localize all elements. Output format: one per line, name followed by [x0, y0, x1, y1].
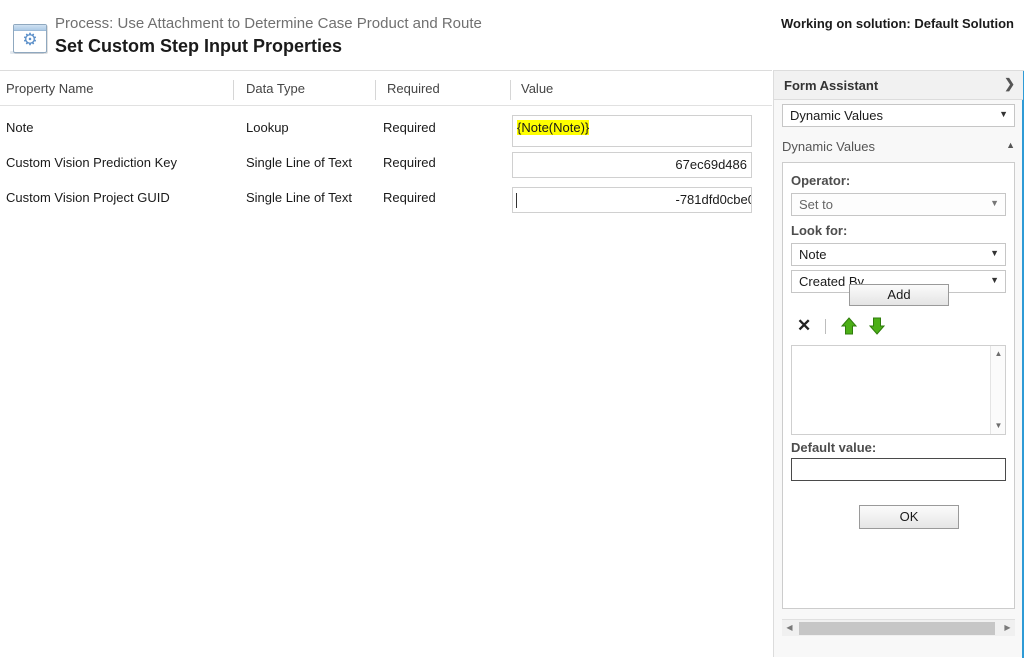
page-header: ⚙ Process: Use Attachment to Determine C…	[0, 0, 1024, 70]
cell-data-type: Single Line of Text	[246, 190, 352, 205]
default-value-textbox[interactable]	[795, 460, 1006, 481]
value-text-note: {Note(Note)}	[517, 120, 590, 135]
column-header-value[interactable]: Value	[521, 81, 553, 96]
table-row[interactable]: Note Lookup Required {Note(Note)}	[0, 111, 772, 147]
table-row[interactable]: Custom Vision Project GUID Single Line o…	[0, 181, 772, 216]
icon-window-frame: ⚙	[13, 24, 47, 53]
scroll-right-arrow-icon[interactable]: ▶	[1000, 620, 1015, 636]
cell-required: Required	[383, 120, 436, 135]
grid-header-row: Property Name Data Type Required Value	[0, 77, 772, 106]
chevron-up-icon[interactable]: ▲	[1006, 140, 1015, 150]
gear-icon: ⚙	[22, 30, 38, 49]
close-icon[interactable]: ✕	[797, 316, 811, 336]
column-header-data-type[interactable]: Data Type	[246, 81, 305, 96]
cell-data-type: Single Line of Text	[246, 155, 352, 170]
value-input-note[interactable]: {Note(Note)}	[512, 115, 752, 147]
cell-data-type: Lookup	[246, 120, 289, 135]
green-down-arrow-icon[interactable]	[869, 317, 885, 335]
value-text-prediction-key: 67ec69d486	[675, 157, 747, 172]
chevron-down-icon: ▼	[999, 109, 1008, 119]
page-title: Set Custom Step Input Properties	[55, 36, 343, 56]
look-for-entity-select[interactable]: Note ▼	[791, 243, 1006, 266]
ok-button[interactable]: OK	[859, 505, 959, 529]
chevron-down-icon: ▼	[990, 248, 999, 258]
column-header-property-name[interactable]: Property Name	[6, 81, 93, 96]
scroll-up-arrow-icon[interactable]: ▲	[991, 347, 1006, 361]
cell-property-name: Note	[6, 120, 34, 135]
look-for-label: Look for:	[791, 223, 848, 238]
column-divider-1[interactable]	[233, 80, 234, 100]
form-assistant-panel: Form Assistant ❯ Dynamic Values ▼ Dynami…	[773, 70, 1024, 658]
chevron-right-icon[interactable]: ❯	[1004, 76, 1015, 92]
operator-label: Operator:	[791, 173, 851, 188]
process-window-gear-icon: ⚙	[10, 22, 48, 56]
value-text-project-guid: -781dfd0cbe0	[675, 192, 752, 207]
dynamic-values-card: Operator: Set to ▼ Look for: Note ▼ Crea…	[782, 162, 1015, 609]
text-caret	[516, 193, 517, 208]
form-assistant-header: Form Assistant ❯	[774, 71, 1023, 100]
section-header-dynamic-values: Dynamic Values	[782, 139, 875, 154]
dynamic-values-listbox[interactable]: ▲ ▼	[791, 345, 1006, 435]
scroll-down-arrow-icon[interactable]: ▼	[991, 419, 1006, 433]
default-value-label: Default value:	[791, 440, 877, 455]
table-row[interactable]: Custom Vision Prediction Key Single Line…	[0, 146, 772, 181]
column-divider-2[interactable]	[375, 80, 376, 100]
green-up-arrow-icon[interactable]	[841, 317, 857, 335]
column-divider-3[interactable]	[510, 80, 511, 100]
value-input-project-guid[interactable]: -781dfd0cbe0	[512, 187, 752, 213]
panel-horizontal-scrollbar[interactable]: ◀ ▶	[782, 619, 1015, 636]
cell-required: Required	[383, 155, 436, 170]
operator-value: Set to	[799, 197, 833, 212]
look-for-entity-value: Note	[799, 247, 827, 262]
assistant-mode-select[interactable]: Dynamic Values ▼	[782, 104, 1015, 127]
chevron-down-icon: ▼	[990, 198, 999, 208]
breadcrumb: Process: Use Attachment to Determine Cas…	[55, 15, 482, 32]
solution-status: Working on solution: Default Solution	[780, 16, 1014, 31]
form-assistant-title: Form Assistant	[784, 78, 879, 93]
operator-select[interactable]: Set to ▼	[791, 193, 1006, 216]
scroll-left-arrow-icon[interactable]: ◀	[782, 620, 797, 636]
chevron-down-icon: ▼	[990, 275, 999, 285]
listbox-scrollbar[interactable]: ▲ ▼	[990, 346, 1005, 434]
value-input-prediction-key[interactable]: 67ec69d486	[512, 152, 752, 178]
assistant-mode-value: Dynamic Values	[790, 108, 883, 123]
column-header-required[interactable]: Required	[387, 81, 440, 96]
cell-required: Required	[383, 190, 436, 205]
list-toolbar: ✕	[791, 315, 1006, 339]
properties-grid: Property Name Data Type Required Value N…	[0, 70, 772, 658]
cell-property-name: Custom Vision Project GUID	[6, 190, 170, 205]
toolbar-divider	[825, 319, 826, 334]
cell-property-name: Custom Vision Prediction Key	[6, 155, 178, 170]
add-button[interactable]: Add	[849, 284, 949, 306]
scrollbar-thumb[interactable]	[799, 622, 995, 635]
default-value-input[interactable]	[791, 458, 1006, 481]
